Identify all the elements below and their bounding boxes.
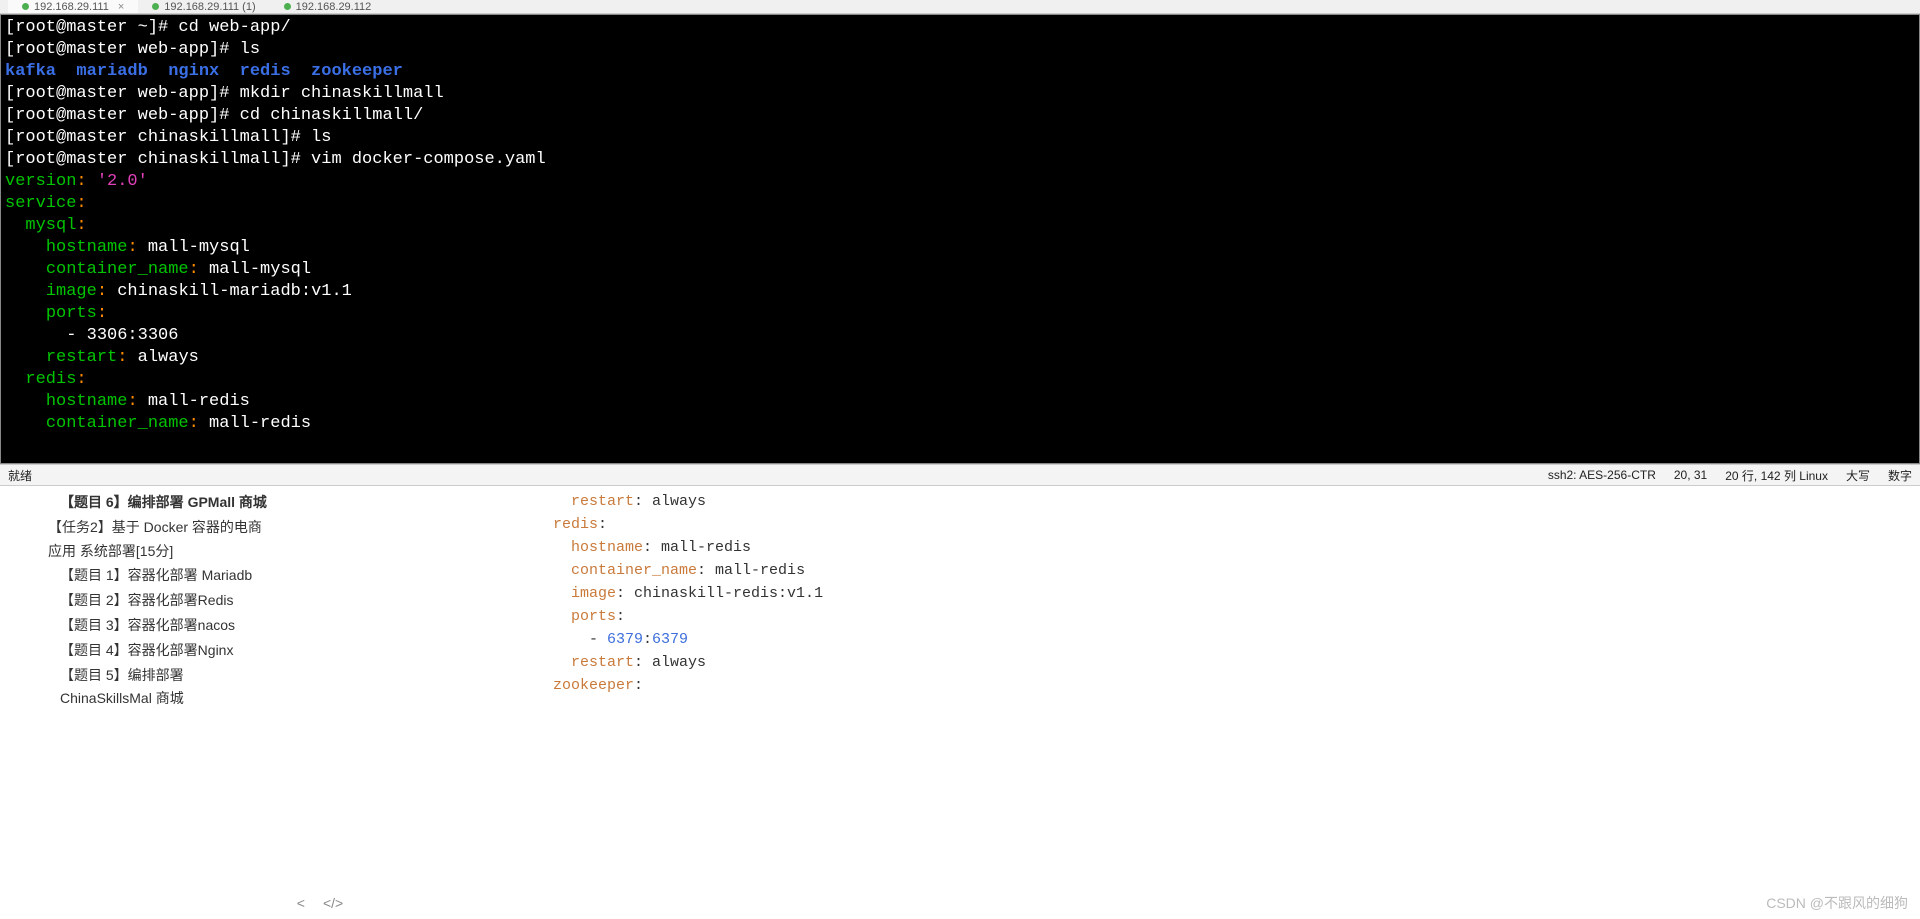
tab[interactable]: 192.168.29.111 (1) bbox=[138, 0, 269, 13]
terminal-line: [root@master chinaskillmall]# vim docker… bbox=[5, 149, 1915, 171]
terminal-line: redis: bbox=[5, 369, 1915, 391]
terminal-line: image: chinaskill-mariadb:v1.1 bbox=[5, 281, 1915, 303]
sidebar-item[interactable]: 【题目 5】编排部署 ChinaSkillsMal 商城 bbox=[28, 664, 273, 712]
terminal-line: - 3306:3306 bbox=[5, 325, 1915, 347]
sidebar-item[interactable]: 【题目 3】容器化部署nacos bbox=[28, 614, 273, 638]
prev-icon[interactable]: < bbox=[297, 895, 305, 911]
status-dot-icon bbox=[22, 3, 29, 10]
status-bar: 就绪 ssh2: AES-256-CTR 20, 31 20 行, 142 列 … bbox=[0, 464, 1920, 486]
status-pos: 20, 31 bbox=[1674, 468, 1707, 482]
sidebar-item[interactable]: 【题目 1】容器化部署 Mariadb bbox=[28, 564, 273, 588]
content-line: restart: always bbox=[535, 490, 1920, 513]
terminal-line: ports: bbox=[5, 303, 1915, 325]
status-caps: 大写 bbox=[1846, 467, 1870, 484]
watermark: CSDN @不跟风的细狗 bbox=[1766, 893, 1908, 913]
terminal-line: mysql: bbox=[5, 215, 1915, 237]
tab-label: 192.168.29.112 bbox=[296, 1, 372, 13]
sidebar: 【题目 6】编排部署 GPMall 商城【任务2】基于 Docker 容器的电商… bbox=[0, 486, 285, 917]
sidebar-item[interactable]: 【任务2】基于 Docker 容器的电商应用 系统部署[15分] bbox=[28, 516, 273, 564]
status-os: Linux bbox=[1799, 469, 1828, 483]
status-size: 20 行, 142 列 bbox=[1725, 469, 1799, 483]
terminal-line: [root@master web-app]# mkdir chinaskillm… bbox=[5, 83, 1915, 105]
content-line: container_name: mall-redis bbox=[535, 559, 1920, 582]
terminal-line: container_name: mall-redis bbox=[5, 413, 1915, 435]
sidebar-item[interactable]: 【题目 2】容器化部署Redis bbox=[28, 589, 273, 613]
sidebar-item[interactable]: 【题目 4】容器化部署Nginx bbox=[28, 639, 273, 663]
tab[interactable]: 192.168.29.111 × bbox=[8, 0, 138, 13]
terminal-line: service: bbox=[5, 193, 1915, 215]
status-dot-icon bbox=[152, 3, 159, 10]
content-line: restart: always bbox=[535, 651, 1920, 674]
terminal-line: restart: always bbox=[5, 347, 1915, 369]
terminal-line: hostname: mall-mysql bbox=[5, 237, 1915, 259]
status-left: 就绪 bbox=[8, 467, 32, 484]
content-line: zookeeper: bbox=[535, 674, 1920, 697]
terminal-line: [root@master web-app]# cd chinaskillmall… bbox=[5, 105, 1915, 127]
status-dot-icon bbox=[284, 3, 291, 10]
status-num: 数字 bbox=[1888, 467, 1912, 484]
terminal-line: [root@master ~]# cd web-app/ bbox=[5, 17, 1915, 39]
terminal-line: [root@master chinaskillmall]# ls bbox=[5, 127, 1915, 149]
status-ssh: ssh2: AES-256-CTR bbox=[1548, 468, 1656, 482]
gutter: < </> > bbox=[285, 486, 355, 917]
terminal[interactable]: [root@master ~]# cd web-app/[root@master… bbox=[0, 14, 1920, 464]
terminal-line: kafka mariadb nginx redis zookeeper bbox=[5, 61, 1915, 83]
close-icon[interactable]: × bbox=[118, 1, 124, 13]
content-line: - 6379:6379 bbox=[535, 628, 1920, 651]
terminal-line: [root@master web-app]# ls bbox=[5, 39, 1915, 61]
tab-label: 192.168.29.111 (1) bbox=[164, 1, 255, 13]
terminal-line: container_name: mall-mysql bbox=[5, 259, 1915, 281]
code-icon[interactable]: </> bbox=[323, 895, 343, 911]
tabs-bar: 192.168.29.111 × 192.168.29.111 (1) 192.168… bbox=[0, 0, 1920, 14]
content-line: image: chinaskill-redis:v1.1 bbox=[535, 582, 1920, 605]
content-line: hostname: mall-redis bbox=[535, 536, 1920, 559]
content-editor[interactable]: restart: always redis: hostname: mall-re… bbox=[355, 486, 1920, 917]
content-line: redis: bbox=[535, 513, 1920, 536]
tab-label: 192.168.29.111 bbox=[34, 1, 109, 13]
terminal-line: version: '2.0' bbox=[5, 171, 1915, 193]
tab[interactable]: 192.168.29.112 bbox=[270, 0, 386, 13]
terminal-line: hostname: mall-redis bbox=[5, 391, 1915, 413]
sidebar-item[interactable]: 【题目 6】编排部署 GPMall 商城 bbox=[28, 491, 273, 515]
content-line: ports: bbox=[535, 605, 1920, 628]
lower-area: 【题目 6】编排部署 GPMall 商城【任务2】基于 Docker 容器的电商… bbox=[0, 486, 1920, 917]
